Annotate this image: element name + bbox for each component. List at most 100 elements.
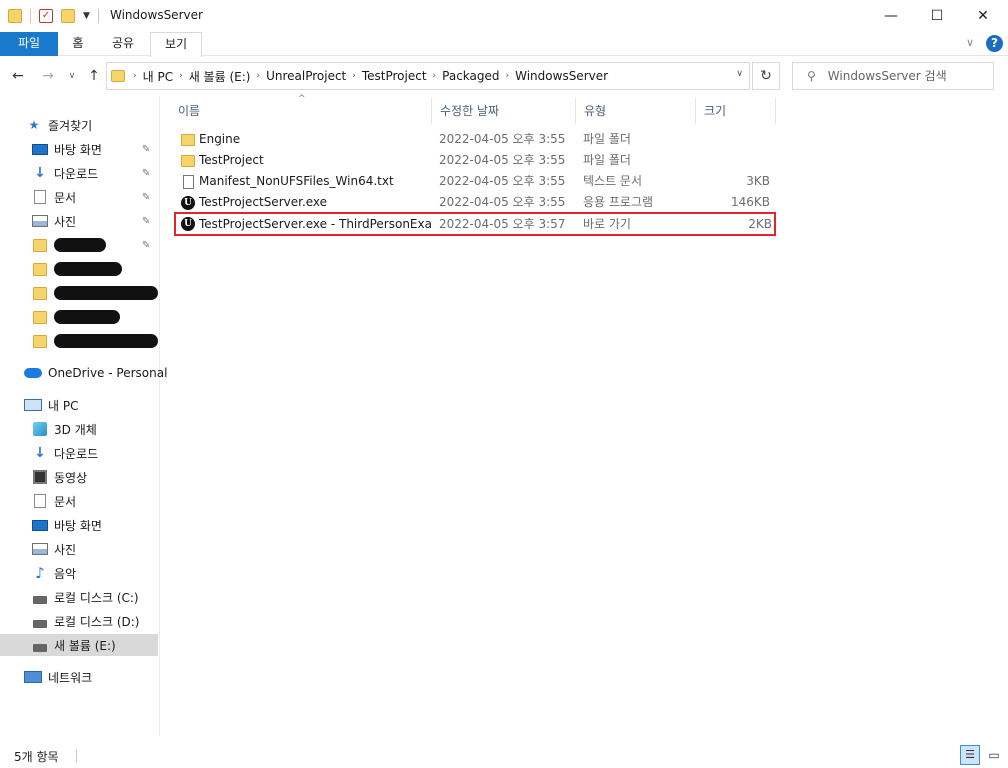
sidebar-item-downloads-pinned[interactable]: ↓ 다운로드 ✎ <box>0 162 158 184</box>
forward-button[interactable]: → <box>38 66 58 86</box>
pin-icon: ✎ <box>142 191 151 203</box>
file-row[interactable]: U TestProjectServer.exe 2022-04-05 오후 3:… <box>178 192 774 213</box>
file-row[interactable]: Engine 2022-04-05 오후 3:55 파일 폴더 <box>178 129 774 150</box>
sidebar-item-drive-e[interactable]: 새 볼륨 (E:) <box>0 634 158 656</box>
sidebar-item-redacted[interactable]: ✎ <box>0 234 158 256</box>
close-button[interactable]: ✕ <box>960 0 1006 32</box>
pictures-icon <box>32 214 48 228</box>
pictures-icon <box>32 542 48 556</box>
folder-icon <box>32 238 48 252</box>
sidebar-item-network[interactable]: 네트워크 <box>0 666 158 688</box>
breadcrumb-testproject[interactable]: TestProject <box>358 69 431 83</box>
music-icon: ♪ <box>35 564 45 582</box>
details-view-button[interactable]: ☰ <box>960 745 980 765</box>
sidebar-item-redacted[interactable] <box>0 306 158 328</box>
redacted-label <box>54 286 158 300</box>
sidebar-item-quick-access[interactable]: ★ 즐겨찾기 <box>0 114 158 136</box>
drive-icon <box>32 614 48 628</box>
sidebar-item-drive-c[interactable]: 로컬 디스크 (C:) <box>0 586 158 608</box>
chevron-right-icon[interactable]: › <box>350 71 358 81</box>
redacted-label <box>54 262 122 276</box>
file-list: ^ 이름 수정한 날짜 유형 크기 Engine 2022-04-05 오후 3… <box>170 94 1000 736</box>
file-name: Manifest_NonUFSFiles_Win64.txt <box>199 174 394 188</box>
pin-icon: ✎ <box>142 239 151 251</box>
sidebar-item-documents[interactable]: 문서 <box>0 490 158 512</box>
file-row-highlighted[interactable]: U TestProjectServer.exe - ThirdPersonExa… <box>174 212 776 236</box>
sidebar-item-label: 로컬 디스크 (C:) <box>54 590 139 605</box>
search-icon: ⚲ <box>807 69 816 83</box>
tab-file[interactable]: 파일 <box>0 32 58 56</box>
tab-view[interactable]: 보기 <box>150 32 202 57</box>
computer-icon <box>24 398 42 412</box>
refresh-button[interactable]: ↻ <box>752 62 780 90</box>
window-title: WindowsServer <box>110 8 203 22</box>
recent-locations-button[interactable]: ∨ <box>62 66 82 86</box>
column-header-date[interactable]: 수정한 날짜 <box>432 98 576 124</box>
chevron-right-icon[interactable]: › <box>177 71 185 81</box>
column-header-type[interactable]: 유형 <box>576 98 696 124</box>
sidebar-item-videos[interactable]: 동영상 <box>0 466 158 488</box>
file-type: 응용 프로그램 <box>583 195 654 209</box>
unreal-exe-icon: U <box>180 192 196 213</box>
divider <box>97 9 99 23</box>
customize-dropdown-icon[interactable]: ▼ <box>83 11 90 21</box>
sidebar-item-desktop-pinned[interactable]: 바탕 화면 ✎ <box>0 138 158 160</box>
sidebar-item-pictures-pinned[interactable]: 사진 ✎ <box>0 210 158 232</box>
new-folder-icon[interactable] <box>61 9 75 23</box>
sidebar-item-label: 내 PC <box>48 398 79 413</box>
download-icon: ↓ <box>34 165 46 181</box>
sidebar-item-onedrive[interactable]: OneDrive - Personal <box>0 362 167 384</box>
breadcrumb-this-pc[interactable]: 내 PC <box>139 68 177 85</box>
file-type: 파일 폴더 <box>583 153 631 167</box>
sidebar-item-3d-objects[interactable]: 3D 개체 <box>0 418 158 440</box>
text-file-icon <box>180 171 196 192</box>
sidebar-item-label: 동영상 <box>54 470 88 485</box>
sidebar-item-desktop[interactable]: 바탕 화면 <box>0 514 158 536</box>
sidebar-item-label: OneDrive - Personal <box>48 366 168 380</box>
chevron-right-icon[interactable]: › <box>131 71 139 81</box>
sidebar-item-this-pc[interactable]: 내 PC <box>0 394 158 416</box>
chevron-right-icon[interactable]: › <box>431 71 439 81</box>
sidebar-item-pictures[interactable]: 사진 <box>0 538 158 560</box>
file-size: 146KB <box>730 195 770 209</box>
file-row[interactable]: TestProject 2022-04-05 오후 3:55 파일 폴더 <box>178 150 774 171</box>
breadcrumb-windowsserver[interactable]: WindowsServer <box>511 69 612 83</box>
tab-home[interactable]: 홈 <box>60 32 96 56</box>
help-icon[interactable]: ? <box>986 35 1003 52</box>
sidebar-item-redacted[interactable] <box>0 258 158 280</box>
minimize-button[interactable]: — <box>868 0 914 32</box>
breadcrumb-packaged[interactable]: Packaged <box>438 69 503 83</box>
sidebar-item-redacted[interactable] <box>0 282 158 304</box>
chevron-down-icon[interactable]: ∨ <box>736 69 743 79</box>
chevron-right-icon[interactable]: › <box>504 71 512 81</box>
file-size <box>698 129 770 150</box>
redacted-label <box>54 238 106 252</box>
folder-icon <box>180 129 196 150</box>
chevron-right-icon[interactable]: › <box>254 71 262 81</box>
search-input[interactable] <box>827 69 978 83</box>
maximize-button[interactable]: ☐ <box>914 0 960 32</box>
sidebar-item-downloads[interactable]: ↓ 다운로드 <box>0 442 158 464</box>
pin-icon: ✎ <box>142 215 151 227</box>
tab-share[interactable]: 공유 <box>100 32 146 56</box>
sidebar-item-documents-pinned[interactable]: 문서 ✎ <box>0 186 158 208</box>
address-bar[interactable]: › 내 PC › 새 볼륨 (E:) › UnrealProject › Tes… <box>106 62 750 90</box>
folder-icon <box>32 286 48 300</box>
breadcrumb-unrealproject[interactable]: UnrealProject <box>262 69 350 83</box>
expand-ribbon-icon[interactable]: ∨ <box>966 36 974 49</box>
back-button[interactable]: ← <box>8 66 28 86</box>
column-header-size[interactable]: 크기 <box>696 98 776 124</box>
sidebar-item-music[interactable]: ♪ 음악 <box>0 562 158 584</box>
desktop-icon <box>32 142 48 156</box>
search-box[interactable]: ⚲ <box>792 62 994 90</box>
up-button[interactable]: ↑ <box>84 66 104 86</box>
properties-icon[interactable]: ✓ <box>39 9 53 23</box>
video-icon <box>32 470 48 484</box>
sidebar-item-redacted[interactable] <box>0 330 158 352</box>
file-row[interactable]: Manifest_NonUFSFiles_Win64.txt 2022-04-0… <box>178 171 774 192</box>
breadcrumb-volume-e[interactable]: 새 볼륨 (E:) <box>185 68 255 85</box>
sidebar-item-drive-d[interactable]: 로컬 디스크 (D:) <box>0 610 158 632</box>
column-header-name[interactable]: 이름 <box>170 98 432 124</box>
large-icons-view-button[interactable]: ▭ <box>984 745 1004 765</box>
file-date: 2022-04-05 오후 3:55 <box>439 132 566 146</box>
